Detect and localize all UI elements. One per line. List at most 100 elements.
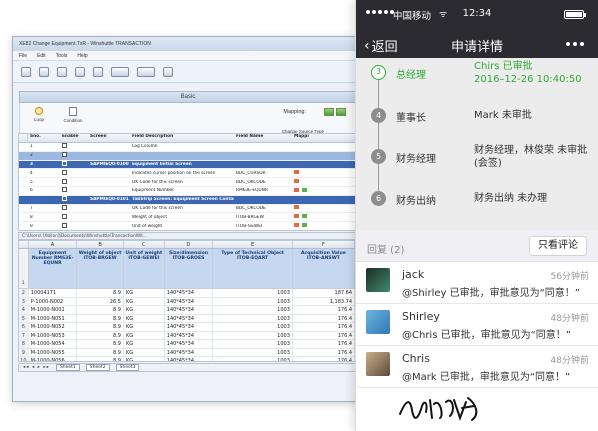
comment-item[interactable]: Chris 48分钟前 @Mark 已审批，审批意见为“同意！” [356,346,598,388]
column-letter[interactable]: C [124,241,165,248]
excel-cell[interactable]: 1003 [213,314,293,322]
mapping-row[interactable]: 3 SAPMIEQ0-0100 Equipment Initial Screen [19,160,355,170]
excel-cell[interactable]: 140*45*34 [165,314,214,322]
excel-cell[interactable]: 140*45*34 [165,289,214,297]
sheet-tab-3[interactable]: Sheet3 [115,364,140,371]
excel-link-icon[interactable] [302,187,307,192]
excel-cell[interactable]: 26.5 [77,297,124,305]
excel-cell[interactable]: M-1000-N054 [29,340,78,348]
loop-button[interactable]: Loop [28,107,50,122]
excel-cell[interactable]: 176.4 [293,340,355,348]
tab-basic[interactable]: Basic [19,91,357,103]
more-icon[interactable] [566,42,584,46]
mapping-col-header[interactable]: Field Description [130,134,234,142]
excel-cell[interactable]: KG [124,306,165,314]
excel-cell[interactable]: P-1000-N002 [29,297,78,305]
excel-cell[interactable]: 8.9 [77,340,124,348]
excel-cell[interactable]: 8.9 [77,314,124,322]
excel-cell[interactable]: KG [124,331,165,339]
new-icon[interactable] [21,66,31,77]
mapping-col-header[interactable]: Screen [88,134,130,142]
record-icon[interactable] [111,66,129,77]
excel-cell[interactable]: 8.9 [77,348,124,356]
menu-file[interactable]: File [19,53,27,59]
mapping-arrow-icon[interactable] [294,214,299,219]
enable-checkbox[interactable] [62,204,67,210]
mapping-arrow-icon[interactable] [294,187,299,192]
excel-cell[interactable]: 1003 [213,331,293,339]
row-number[interactable]: 3 [19,297,29,305]
excel-cell[interactable]: 8.9 [77,331,124,339]
excel-cell[interactable]: 140*45*34 [165,306,214,314]
map-arrow-icon[interactable] [336,108,346,116]
map-excel-icon[interactable] [324,108,334,116]
excel-cell[interactable]: 176.4 [293,314,355,322]
excel-cell[interactable]: 176.4 [293,306,355,314]
enable-checkbox[interactable] [62,152,67,158]
mapping-col-header[interactable]: Field Name [234,134,292,142]
excel-cell[interactable]: KG [124,348,165,356]
row-number[interactable]: 8 [19,340,29,348]
menu-help[interactable]: Help [77,53,87,59]
mapping-row[interactable]: 9 Unit of weight ITOB-GEWEI [19,222,355,230]
comment-author[interactable]: Shirley [402,310,440,323]
mapping-row[interactable]: 8 Weight of object ITOB-BRGEW [19,213,355,223]
comment-author[interactable]: jack [402,268,424,281]
mapping-arrow-icon[interactable] [294,179,299,184]
condition-button[interactable]: Condition [60,107,86,123]
comment-author[interactable]: Chris [402,352,430,365]
column-letter[interactable]: B [77,241,124,248]
mapping-row[interactable]: 1 Log Column [19,143,355,152]
excel-header-cell[interactable]: Type of Technical Object ITOB-EQART [213,249,293,288]
excel-header-cell[interactable]: Size/dimension ITOB-GROES [164,249,214,288]
excel-cell[interactable]: 140*45*34 [165,348,214,356]
excel-cell[interactable]: KG [124,340,165,348]
row-number[interactable]: 6 [19,323,29,331]
corner-cell[interactable] [19,241,29,248]
excel-cell[interactable]: 8.9 [77,323,124,331]
excel-cell[interactable]: 1003 [213,323,293,331]
sheet-tab-1[interactable]: Sheet1 [55,364,80,371]
excel-cell[interactable]: M-1000-N056 [29,357,78,361]
excel-cell[interactable]: 1003 [213,297,293,305]
row-number[interactable]: 1 [19,249,29,288]
enable-checkbox[interactable] [62,196,67,202]
mapping-arrow-icon[interactable] [294,205,299,210]
excel-cell[interactable]: 187.64 [293,289,355,297]
enable-checkbox[interactable] [62,169,67,175]
menu-tools[interactable]: Tools [56,53,68,59]
excel-cell[interactable]: 140*45*34 [165,331,214,339]
enable-checkbox[interactable] [62,222,67,228]
row-number[interactable]: 2 [19,289,29,297]
enable-checkbox[interactable] [62,178,67,184]
row-number[interactable]: 9 [19,348,29,356]
excel-cell[interactable]: KG [124,314,165,322]
column-letter[interactable]: F [293,241,355,248]
mapping-col-header[interactable]: Mappi [292,134,322,142]
excel-cell[interactable]: 176.4 [293,357,355,361]
excel-cell[interactable]: M-1000-N055 [29,348,78,356]
excel-cell[interactable]: 8.9 [77,306,124,314]
excel-cell[interactable]: 1003 [213,340,293,348]
avatar[interactable] [366,310,390,334]
mapping-arrow-icon[interactable] [294,170,299,175]
excel-cell[interactable]: 1,183.74 [293,297,355,305]
avatar[interactable] [366,268,390,292]
excel-cell[interactable]: 8.9 [77,289,124,297]
row-number[interactable]: 10 [19,357,29,361]
sheet-tab-2[interactable]: Sheet2 [85,364,110,371]
mapping-row[interactable]: 6 Equipment Number RM63E-EQUNR [19,187,355,196]
excel-cell[interactable]: 10004171 [29,289,78,297]
excel-cell[interactable]: 140*45*34 [165,357,214,361]
enable-checkbox[interactable] [62,213,67,219]
map-icon[interactable] [137,66,155,77]
excel-cell[interactable]: M-1000-N052 [29,323,78,331]
excel-cell[interactable]: 140*45*34 [165,340,214,348]
mapping-row[interactable]: 4 Indicates cursor position on the screen… [19,169,355,179]
mapping-arrow-icon[interactable] [294,223,299,228]
enable-checkbox[interactable] [62,187,67,193]
excel-link-icon[interactable] [302,214,307,219]
excel-cell[interactable]: 1003 [213,357,293,361]
column-letter[interactable]: A [29,241,78,248]
mapping-row[interactable]: 2 [19,151,355,161]
